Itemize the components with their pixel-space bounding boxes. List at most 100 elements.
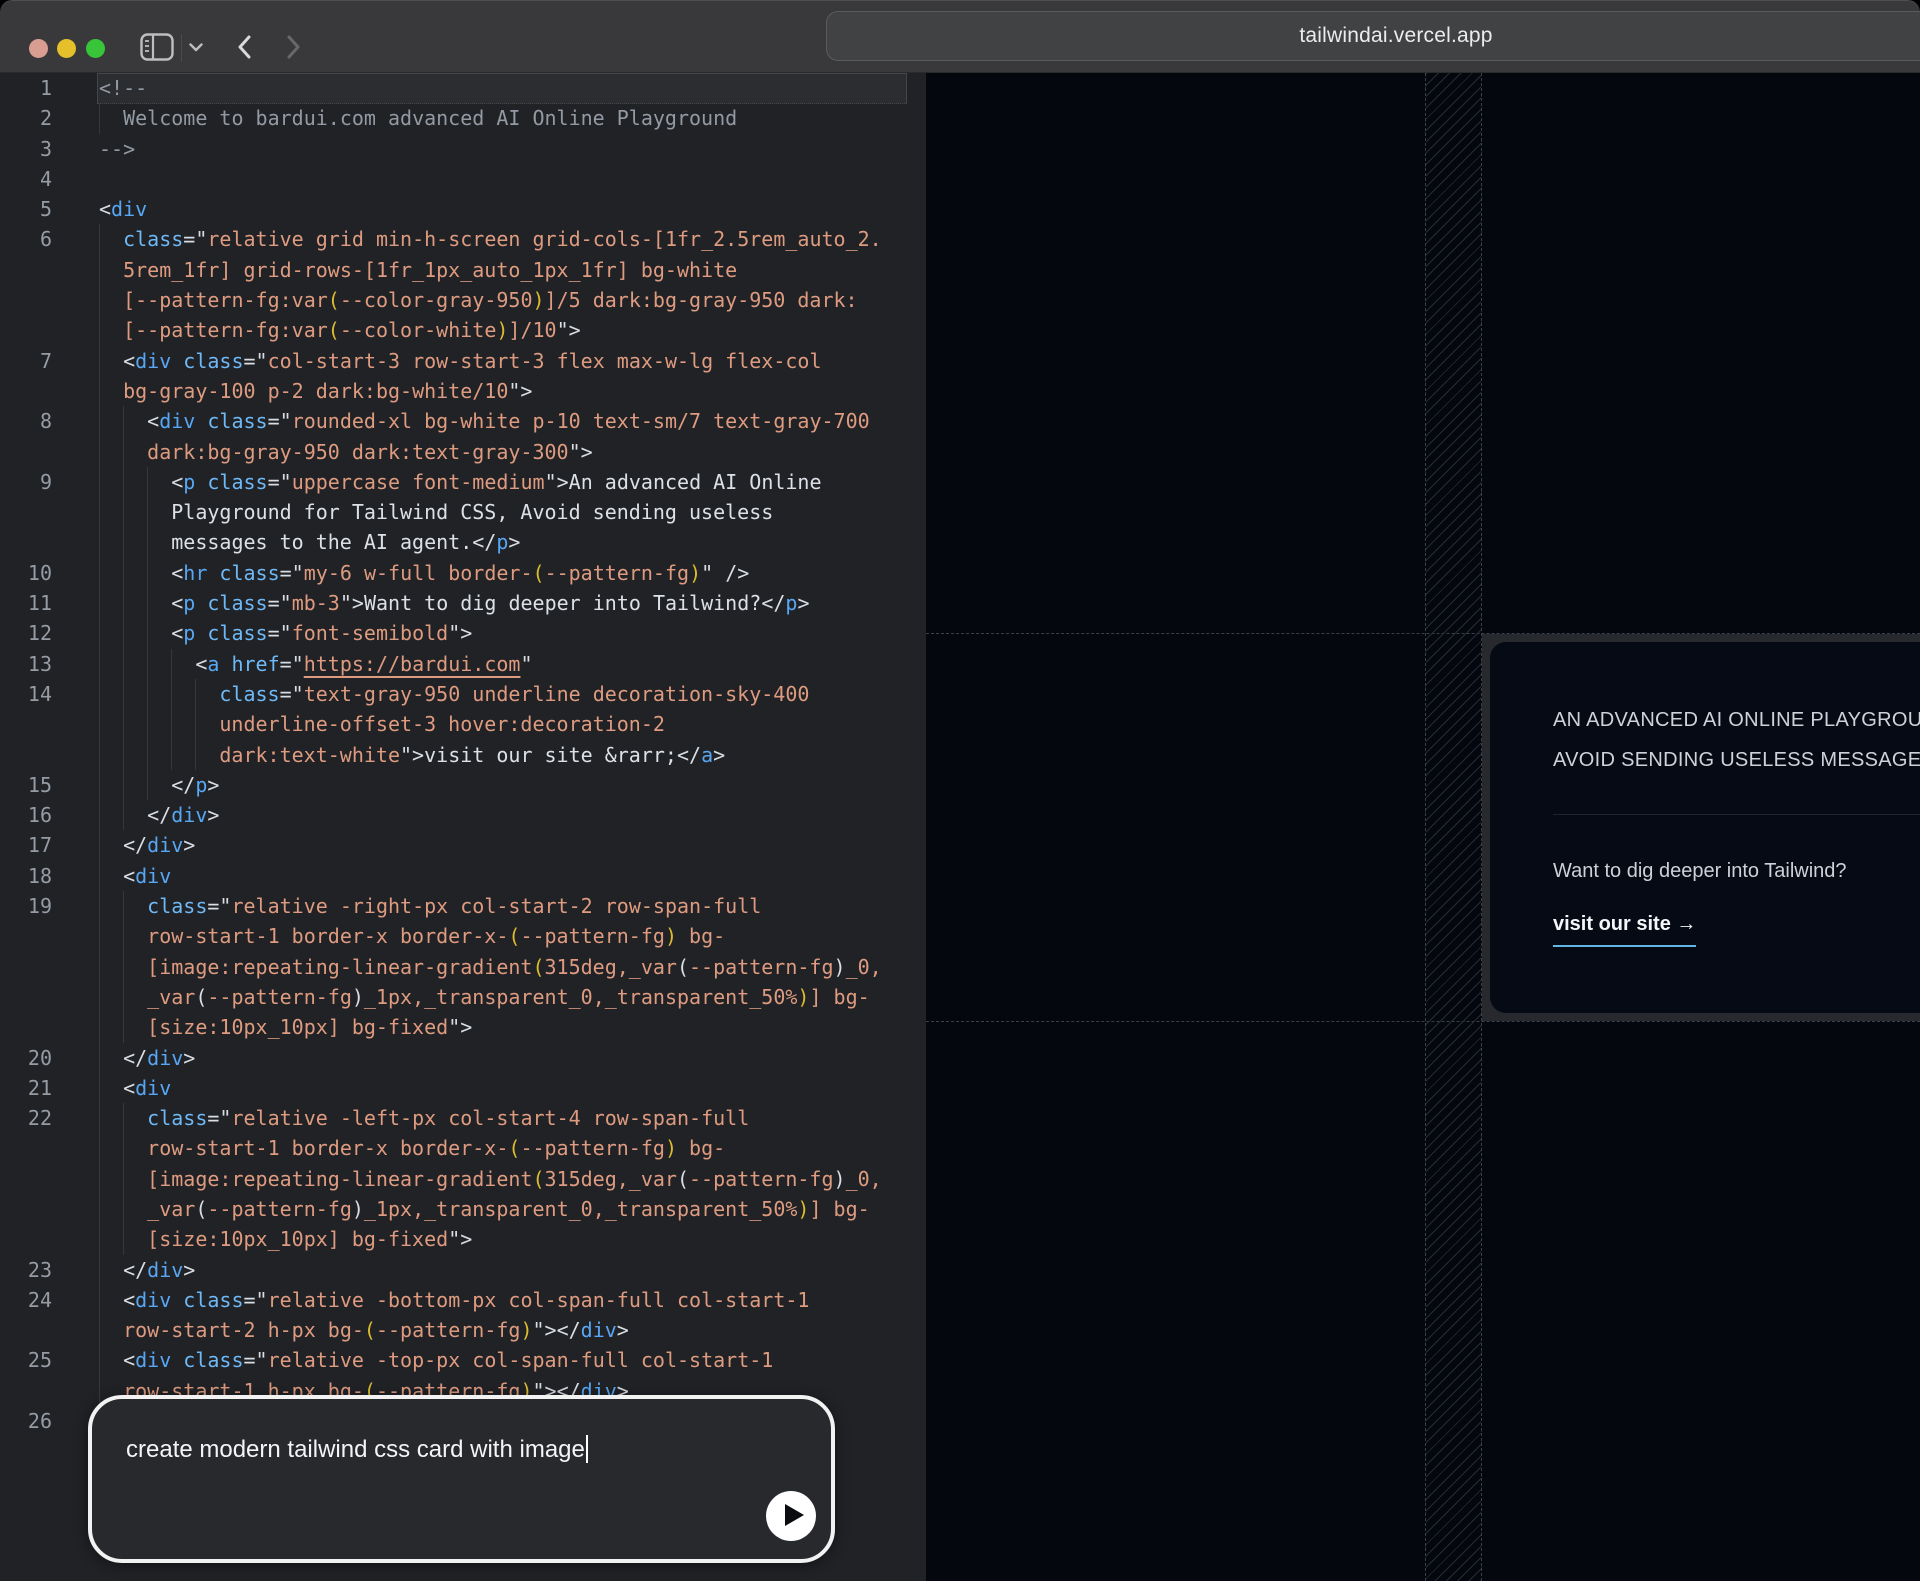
- line-number: [0, 1012, 52, 1042]
- code-line[interactable]: [image:repeating-linear-gradient(315deg,…: [0, 1164, 926, 1194]
- code-line[interactable]: 16</div>: [0, 800, 926, 830]
- code-line[interactable]: messages to the AI agent.</p>: [0, 527, 926, 557]
- code-line[interactable]: [size:10px_10px] bg-fixed">: [0, 1012, 926, 1042]
- code-line[interactable]: [size:10px_10px] bg-fixed">: [0, 1224, 926, 1254]
- code-line[interactable]: 25<div class="relative -top-px col-span-…: [0, 1345, 926, 1375]
- line-number: [0, 1376, 52, 1406]
- indent-guide: [123, 800, 147, 830]
- code-editor[interactable]: 1<!--2Welcome to bardui.com advanced AI …: [0, 73, 926, 1581]
- minimize-window-button[interactable]: [57, 39, 76, 58]
- indent-guide: [99, 982, 123, 1012]
- line-number: [0, 285, 52, 315]
- toolbar-divider: [181, 34, 182, 62]
- code-line[interactable]: bg-gray-100 p-2 dark:bg-white/10">: [0, 376, 926, 406]
- indent-guide: [147, 497, 171, 527]
- code-line[interactable]: 5rem_1fr] grid-rows-[1fr_1px_auto_1px_1f…: [0, 255, 926, 285]
- code-line[interactable]: 21<div: [0, 1073, 926, 1103]
- code-line[interactable]: row-start-1 border-x border-x-(--pattern…: [0, 921, 926, 951]
- code-line[interactable]: [--pattern-fg:var(--color-gray-950)]/5 d…: [0, 285, 926, 315]
- code-line[interactable]: 4: [0, 164, 926, 194]
- code-line[interactable]: 24<div class="relative -bottom-px col-sp…: [0, 1285, 926, 1315]
- code-line[interactable]: 18<div: [0, 861, 926, 891]
- indent-guide: [123, 558, 147, 588]
- indent-guide: [99, 618, 123, 648]
- back-button[interactable]: [233, 34, 255, 62]
- line-number: [0, 921, 52, 951]
- zoom-window-button[interactable]: [86, 39, 105, 58]
- code-line[interactable]: 17</div>: [0, 830, 926, 860]
- line-number: [0, 952, 52, 982]
- code-line[interactable]: 3-->: [0, 134, 926, 164]
- code-line[interactable]: row-start-2 h-px bg-(--pattern-fg)"></di…: [0, 1315, 926, 1345]
- code-line[interactable]: 12<p class="font-semibold">: [0, 618, 926, 648]
- code-line[interactable]: 10<hr class="my-6 w-full border-(--patte…: [0, 558, 926, 588]
- indent-guide: [147, 740, 171, 770]
- indent-guide: [99, 558, 123, 588]
- code-line[interactable]: 11<p class="mb-3">Want to dig deeper int…: [0, 588, 926, 618]
- code-line[interactable]: 9<p class="uppercase font-medium">An adv…: [0, 467, 926, 497]
- line-number: 11: [0, 588, 52, 618]
- prompt-input[interactable]: create modern tailwind css card with ima…: [88, 1395, 835, 1563]
- code-line[interactable]: 20</div>: [0, 1043, 926, 1073]
- line-number: 18: [0, 861, 52, 891]
- code-line[interactable]: 13<a href="https://bardui.com": [0, 649, 926, 679]
- prompt-text: create modern tailwind css card with ima…: [126, 1435, 588, 1464]
- indent-guide: [99, 709, 123, 739]
- indent-guide: [147, 770, 171, 800]
- sidebar-toggle-button[interactable]: [139, 33, 175, 63]
- code-line[interactable]: _var(--pattern-fg)_1px,_transparent_0,_t…: [0, 1194, 926, 1224]
- code-line[interactable]: underline-offset-3 hover:decoration-2: [0, 709, 926, 739]
- indent-guide: [123, 679, 147, 709]
- browser-window: tailwindai.vercel.app 1<!--2Welcome to b…: [0, 0, 1920, 1581]
- indent-guide: [123, 1012, 147, 1042]
- indent-guide: [99, 1194, 123, 1224]
- line-number: 17: [0, 830, 52, 860]
- code-line[interactable]: 1<!--: [0, 73, 926, 103]
- submit-prompt-button[interactable]: [766, 1491, 816, 1541]
- code-rows: 1<!--2Welcome to bardui.com advanced AI …: [0, 73, 926, 1436]
- line-number: 3: [0, 134, 52, 164]
- code-line[interactable]: Playground for Tailwind CSS, Avoid sendi…: [0, 497, 926, 527]
- close-window-button[interactable]: [29, 39, 48, 58]
- code-line[interactable]: _var(--pattern-fg)_1px,_transparent_0,_t…: [0, 982, 926, 1012]
- code-line[interactable]: 2Welcome to bardui.com advanced AI Onlin…: [0, 103, 926, 133]
- card-heading-line1: AN ADVANCED AI ONLINE PLAYGROUND FOR TAI…: [1553, 709, 1920, 731]
- address-bar[interactable]: tailwindai.vercel.app: [826, 11, 1920, 61]
- line-number: [0, 1133, 52, 1163]
- line-number: [0, 1315, 52, 1345]
- indent-guide: [123, 618, 147, 648]
- code-line[interactable]: 15</p>: [0, 770, 926, 800]
- forward-button[interactable]: [283, 34, 305, 62]
- indent-guide: [123, 527, 147, 557]
- browser-toolbar: tailwindai.vercel.app: [0, 0, 1920, 73]
- code-line[interactable]: 8<div class="rounded-xl bg-white p-10 te…: [0, 406, 926, 436]
- code-line[interactable]: row-start-1 border-x border-x-(--pattern…: [0, 1133, 926, 1163]
- visit-site-link[interactable]: visit our site →: [1553, 908, 1696, 947]
- code-line[interactable]: 22class="relative -left-px col-start-4 r…: [0, 1103, 926, 1133]
- code-line[interactable]: 23</div>: [0, 1255, 926, 1285]
- code-line[interactable]: dark:text-white">visit our site &rarr;</…: [0, 740, 926, 770]
- indent-guide: [123, 952, 147, 982]
- indent-guide: [99, 1073, 123, 1103]
- code-line[interactable]: [image:repeating-linear-gradient(315deg,…: [0, 952, 926, 982]
- code-line[interactable]: 7<div class="col-start-3 row-start-3 fle…: [0, 346, 926, 376]
- indent-guide: [99, 1315, 123, 1345]
- code-line[interactable]: 6class="relative grid min-h-screen grid-…: [0, 224, 926, 254]
- line-number: [0, 437, 52, 467]
- code-line[interactable]: 14class="text-gray-950 underline decorat…: [0, 679, 926, 709]
- indent-guide: [171, 679, 195, 709]
- line-number: 5: [0, 194, 52, 224]
- indent-guide: [99, 800, 123, 830]
- code-line[interactable]: dark:bg-gray-950 dark:text-gray-300">: [0, 437, 926, 467]
- line-number: 19: [0, 891, 52, 921]
- indent-guide: [99, 103, 123, 133]
- line-number: 26: [0, 1406, 52, 1436]
- indent-guide: [99, 467, 123, 497]
- code-line[interactable]: [--pattern-fg:var(--color-white)]/10">: [0, 315, 926, 345]
- code-line[interactable]: 5<div: [0, 194, 926, 224]
- code-line[interactable]: 19class="relative -right-px col-start-2 …: [0, 891, 926, 921]
- indent-guide: [123, 1103, 147, 1133]
- line-number: [0, 1194, 52, 1224]
- diagonal-pattern-strip: [1425, 73, 1482, 1581]
- sidebar-menu-chevron-button[interactable]: [188, 41, 204, 53]
